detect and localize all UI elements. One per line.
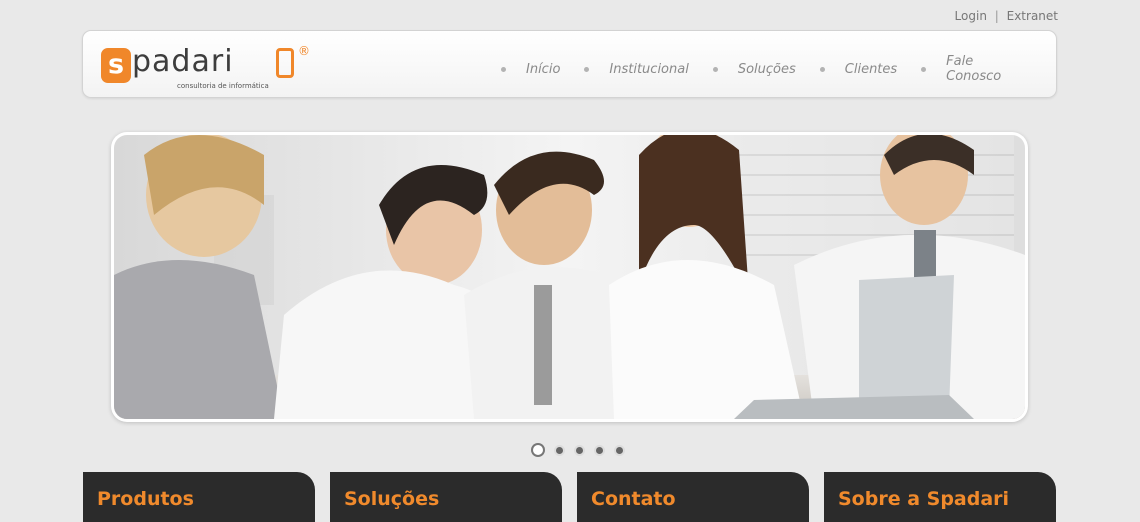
nav-item-inicio[interactable]: Início: [501, 54, 560, 84]
extranet-link[interactable]: Extranet: [1007, 9, 1058, 23]
slide-dot-4[interactable]: [596, 447, 603, 454]
spadari-logo[interactable]: s padari ® consultoria de informática: [101, 41, 341, 93]
login-link[interactable]: Login: [955, 9, 987, 23]
nav-bullet-icon: [584, 66, 590, 72]
nav-bullet-icon: [819, 66, 825, 72]
site-header: s padari ® consultoria de informática In…: [82, 30, 1057, 98]
slide-dot-2[interactable]: [556, 447, 563, 454]
registered-mark: ®: [298, 44, 310, 58]
hero-slider[interactable]: [111, 132, 1028, 422]
hero-photo: [114, 135, 1025, 419]
box-title: Produtos: [97, 488, 194, 510]
slider-pagination: [533, 444, 623, 455]
main-nav: Início Institucional Soluções Clientes F…: [501, 54, 1056, 84]
nav-bullet-icon: [921, 66, 927, 72]
slide-dot-5[interactable]: [616, 447, 623, 454]
slide-dot-3[interactable]: [576, 447, 583, 454]
nav-bullet-icon: [501, 66, 506, 72]
nav-item-fale-conosco[interactable]: Fale Conosco: [921, 54, 1032, 84]
sobre-box[interactable]: Sobre a Spadari: [824, 472, 1056, 522]
link-separator: |: [994, 9, 999, 23]
slide-dot-1[interactable]: [533, 445, 543, 455]
contato-box[interactable]: Contato: [577, 472, 809, 522]
logo-tagline: consultoria de informática: [177, 82, 269, 90]
nav-item-label: Institucional: [609, 61, 689, 77]
nav-item-solucoes[interactable]: Soluções: [712, 54, 796, 84]
top-links: Login | Extranet: [955, 9, 1058, 23]
logo-wordmark: padari: [132, 44, 234, 79]
nav-item-clientes[interactable]: Clientes: [819, 54, 898, 84]
logo-s-mark: s: [101, 48, 131, 83]
nav-item-label: Início: [526, 61, 561, 77]
nav-item-label: Clientes: [844, 61, 898, 77]
produtos-box[interactable]: Produtos: [83, 472, 315, 522]
nav-item-institucional[interactable]: Institucional: [584, 54, 689, 84]
solucoes-box[interactable]: Soluções: [330, 472, 562, 522]
nav-bullet-icon: [712, 66, 718, 72]
box-title: Soluções: [344, 488, 440, 510]
logo-ti-mark: [276, 48, 294, 78]
box-title: Sobre a Spadari: [838, 488, 1010, 510]
nav-item-label: Fale Conosco: [946, 54, 1002, 84]
box-title: Contato: [591, 488, 676, 510]
nav-item-label: Soluções: [737, 61, 796, 77]
